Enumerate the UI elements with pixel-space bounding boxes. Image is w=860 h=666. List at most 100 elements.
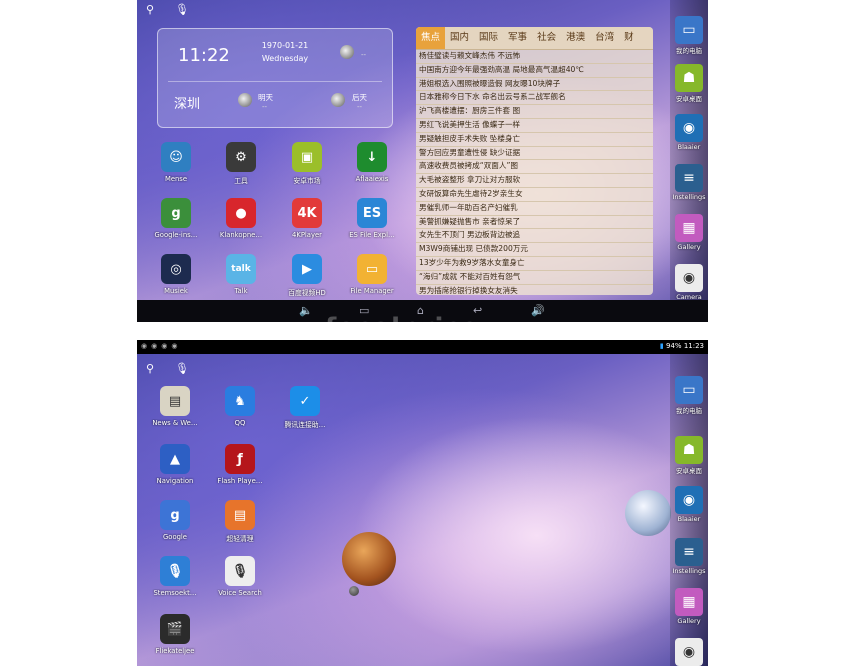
google-settings-icon: g xyxy=(161,198,191,228)
android-icon: ☗ xyxy=(675,436,703,464)
app-shortcut[interactable]: ● Klankopne… xyxy=(210,198,272,239)
app-label: Navigation xyxy=(156,477,194,485)
city-name: 深圳 xyxy=(174,97,201,112)
app-shortcut[interactable]: g Google xyxy=(144,500,206,541)
dock-item[interactable]: ≡ Instellings xyxy=(670,164,708,201)
side-dock: ▭我的电脑 ☗安卓桌面 ◉Blaaier ≡Instellings ▦Gallery ◉C… xyxy=(670,354,708,666)
news-tab[interactable]: 财 xyxy=(619,27,639,49)
news-item[interactable]: 高速收费员被拷成“双面人”图 xyxy=(416,160,653,175)
app-shortcut[interactable]: ⚙ 工具 xyxy=(210,142,272,185)
news-item[interactable]: 男催乳师一年助百名产妇催乳 xyxy=(416,202,653,216)
app-shortcut[interactable]: ◎ Musiek xyxy=(145,254,207,295)
news-item[interactable]: 13岁少年为救9岁落水女童身亡 xyxy=(416,257,653,271)
app-shortcut[interactable]: ♞ QQ xyxy=(209,386,271,427)
news-item[interactable]: 杨佳璧读与赖文峰杰伟 不远怖 xyxy=(416,50,653,64)
app-shortcut[interactable]: 🎙 Voice Search xyxy=(209,556,271,597)
moon-icon xyxy=(340,45,354,59)
app-shortcut[interactable]: ▤ News & We… xyxy=(144,386,206,427)
app-shortcut[interactable]: ↓ Aflaaiexis xyxy=(341,142,403,183)
app-shortcut[interactable]: ES ES File Expl… xyxy=(341,198,403,239)
app-shortcut[interactable]: ▣ 安卓市场 xyxy=(276,142,338,185)
volume-up-icon[interactable]: 🔊 xyxy=(531,304,545,317)
gallery-icon: ▦ xyxy=(675,214,703,242)
watermark: focalprice xyxy=(325,313,480,343)
news-item[interactable]: 美警抓嫌疑抛售市 亲者惊呆了 xyxy=(416,216,653,230)
app-label: Flash Playe… xyxy=(217,477,263,485)
news-tab[interactable]: 国内 xyxy=(445,27,474,49)
news-weather-icon: ▤ xyxy=(160,386,190,416)
dock-item[interactable]: ≡ Instellings xyxy=(670,538,708,575)
android-icon: ☗ xyxy=(675,64,703,92)
dock-item[interactable]: ▦ Gallery xyxy=(670,588,708,625)
news-item[interactable]: 大毛被盗整形 拿刀让对方服软 xyxy=(416,174,653,188)
news-tab[interactable]: 国际 xyxy=(474,27,503,49)
app-label: Google-ins… xyxy=(154,231,198,239)
dock-item[interactable]: ◉ Blaaier xyxy=(670,114,708,151)
news-item[interactable]: “海归”成就 不能对百姓有怨气 xyxy=(416,271,653,285)
app-shortcut[interactable]: 4K 4KPlayer xyxy=(276,198,338,239)
app-shortcut[interactable]: g Google-ins… xyxy=(145,198,207,239)
orange-planet xyxy=(342,532,396,586)
news-item[interactable]: 男疑触担皮手术失败 坠楼身亡 xyxy=(416,133,653,147)
dock-item[interactable]: ▭ 我的电脑 xyxy=(670,16,708,55)
dock-label: Instellings xyxy=(672,567,706,575)
app-label: News & We… xyxy=(152,419,198,427)
news-tab[interactable]: 军事 xyxy=(503,27,532,49)
browser-icon: ◉ xyxy=(675,114,703,142)
dock-item[interactable]: ▭ 我的电脑 xyxy=(670,376,708,415)
news-item[interactable]: 男为插席抢银行掉换女友消失 xyxy=(416,285,653,295)
tools-icon: ⚙ xyxy=(226,142,256,172)
search-icon[interactable]: ⚲ xyxy=(143,3,157,17)
flash-player-icon: ƒ xyxy=(225,444,255,474)
app-shortcut[interactable]: ▭ File Manager xyxy=(341,254,403,295)
dock-item[interactable]: ◉Camera xyxy=(670,638,708,666)
app-label: Google xyxy=(163,533,187,541)
news-item[interactable]: 警方回应男童遭性侵 缺少证据 xyxy=(416,147,653,161)
app-shortcut[interactable]: ▤ 超轻清理 xyxy=(209,500,271,543)
news-item[interactable]: 女先生不顶门 男边板背边被追 xyxy=(416,229,653,244)
app-shortcut[interactable]: ☺ Mense xyxy=(145,142,207,183)
news-item[interactable]: 沪飞高楼遭摆：厨房三件套 图 xyxy=(416,105,653,119)
news-item[interactable]: 港姐根选入围照被曝造假 网友曝10块牌子 xyxy=(416,78,653,92)
4k-player-icon: 4K xyxy=(292,198,322,228)
camera-icon: ◉ xyxy=(675,638,703,666)
news-item[interactable]: 男红飞说美押生活 像蝶子一样 xyxy=(416,119,653,133)
volume-down-icon[interactable]: 🔈 xyxy=(299,304,313,317)
dock-item[interactable]: ◉ Blaaier xyxy=(670,486,708,523)
folder-icon: ▭ xyxy=(357,254,387,284)
app-shortcut[interactable]: ƒ Flash Playe… xyxy=(209,444,271,485)
news-tab[interactable]: 焦点 xyxy=(416,27,446,49)
google-search-icon: g xyxy=(160,500,190,530)
news-widget: 焦点 国内 国际 军事 社会 港澳 台湾财 杨佳璧读与赖文峰杰伟 不远怖 中国南方迎今年最强劲… xyxy=(416,27,653,295)
app-shortcut[interactable]: 🎬 Fliekateljee xyxy=(144,614,206,655)
app-shortcut[interactable]: ▲ Navigation xyxy=(144,444,206,485)
mic-icon[interactable]: 🎙 xyxy=(175,3,189,17)
news-item[interactable]: 日本雅称今日下水 命名出云号系二战军舰名 xyxy=(416,91,653,106)
tencent-connect-icon: ✓ xyxy=(290,386,320,416)
mic-icon[interactable]: 🎙 xyxy=(175,362,189,376)
dock-item[interactable]: ☗ 安卓桌面 xyxy=(670,64,708,103)
news-tab[interactable]: 港澳 xyxy=(561,27,590,49)
app-shortcut[interactable]: 🎙 Stemsoekt… xyxy=(144,556,206,597)
news-item[interactable]: M3W9商铺出现 已债款200万元 xyxy=(416,243,653,257)
weather-today-value: -- xyxy=(361,51,367,59)
settings-icon: ≡ xyxy=(675,538,703,566)
app-label: 超轻清理 xyxy=(226,535,254,543)
home-screen-bottom: ◉◉◉◉ ▮ 94% 11:23 ⚲ 🎙 ▤ News & We… ♞ QQ ✓ 腾讯连接… xyxy=(137,340,708,666)
search-bar: ⚲ 🎙 xyxy=(143,362,189,376)
news-item[interactable]: 女研饭算命先生虐待2岁亲生女 xyxy=(416,188,653,202)
news-tab[interactable]: 社会 xyxy=(532,27,561,49)
app-shortcut[interactable]: talk Talk xyxy=(210,254,272,295)
news-tab[interactable]: 台湾 xyxy=(590,27,619,49)
dock-item[interactable]: ◉Camera xyxy=(670,264,708,301)
clock-weather-widget[interactable]: 11:22 1970-01-21 Wednesday -- 深圳 明天 -- 后… xyxy=(157,28,393,128)
news-item[interactable]: 中国南方迎今年最强劲高温 局地最高气温超40℃ xyxy=(416,64,653,78)
dock-item[interactable]: ☗ 安卓桌面 xyxy=(670,436,708,475)
app-shortcut[interactable]: ▶ 百度视频HD xyxy=(276,254,338,297)
dock-item[interactable]: ▦ Gallery xyxy=(670,214,708,251)
dock-label: 我的电脑 xyxy=(676,47,702,55)
computer-icon: ▭ xyxy=(675,16,703,44)
app-shortcut[interactable]: ✓ 腾讯连接助… xyxy=(274,386,336,429)
app-label: ES File Expl… xyxy=(349,231,395,239)
search-icon[interactable]: ⚲ xyxy=(143,362,157,376)
